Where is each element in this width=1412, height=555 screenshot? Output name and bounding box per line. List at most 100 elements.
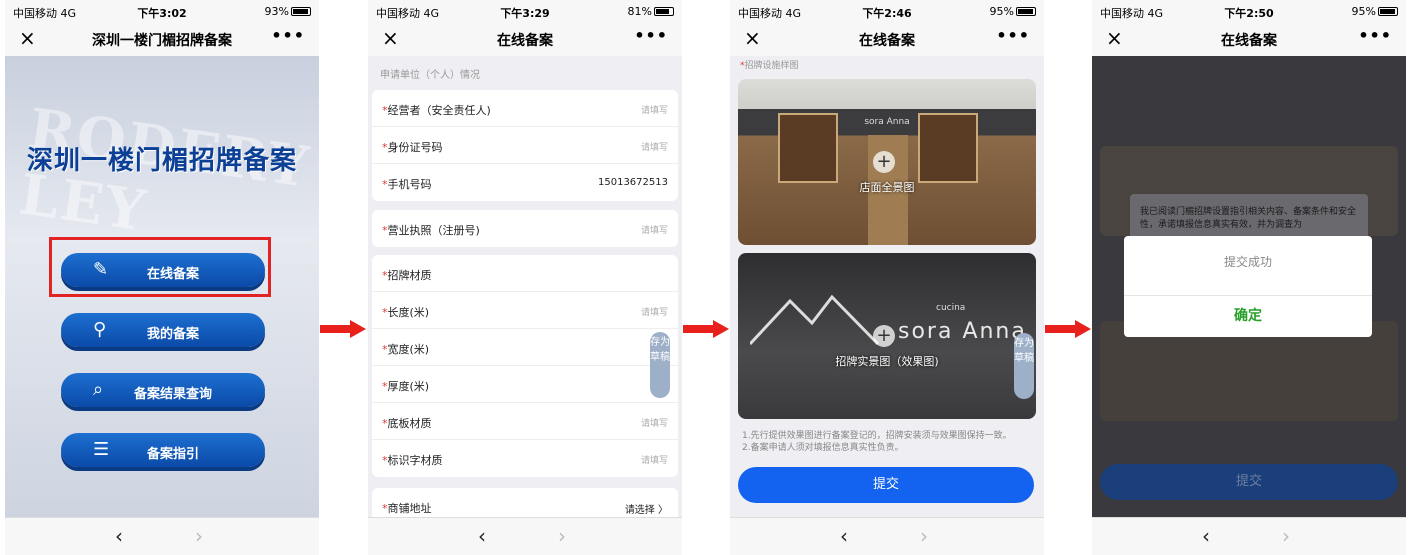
- battery-percent: 81%: [627, 5, 652, 18]
- battery-level: [1380, 9, 1396, 14]
- form-row-width[interactable]: *宽度(米): [372, 329, 678, 366]
- battery: 95%: [990, 5, 1036, 18]
- field-value[interactable]: 请填写: [641, 453, 668, 466]
- menu-result-query-button[interactable]: ⌕ 备案结果查询: [61, 373, 265, 407]
- field-label: 底板材质: [387, 417, 432, 430]
- nav-bar: × 在线备案 •••: [730, 22, 1044, 56]
- form-row-base-material[interactable]: *底板材质 请填写: [372, 403, 678, 440]
- battery-percent: 95%: [1351, 5, 1376, 18]
- browser-toolbar: ‹ ›: [5, 517, 319, 555]
- nav-bar: × 在线备案 •••: [368, 22, 682, 56]
- phone-screen-photos: 中国移动 4G 下午2:46 95% × 在线备案 ••• *招牌设施样图 so…: [730, 0, 1044, 555]
- form-row-id-number[interactable]: *身份证号码 请填写: [372, 127, 678, 164]
- more-icon[interactable]: •••: [271, 26, 305, 45]
- section-title: *招牌设施样图: [740, 61, 799, 71]
- form-row-phone[interactable]: *手机号码 15013672513: [372, 164, 678, 201]
- more-icon[interactable]: •••: [996, 26, 1030, 45]
- form-row-length[interactable]: *长度(米) 请填写: [372, 292, 678, 329]
- submit-button[interactable]: 提交: [738, 467, 1034, 503]
- battery-icon: [291, 7, 311, 16]
- form-row-material[interactable]: *招牌材质: [372, 255, 678, 292]
- browser-toolbar: ‹ ›: [368, 517, 682, 555]
- phone-screen-form: 中国移动 4G 下午3:29 81% × 在线备案 ••• 申请单位（个人）情况…: [368, 0, 682, 555]
- field-label: 营业执照（注册号): [387, 224, 480, 237]
- field-value[interactable]: 请填写: [641, 305, 668, 318]
- back-icon[interactable]: ‹: [1202, 524, 1210, 548]
- battery-icon: [1016, 7, 1036, 16]
- arrow-icon: [320, 320, 366, 338]
- status-bar: 中国移动 4G 下午3:29 81%: [368, 0, 682, 22]
- field-label: 长度(米): [387, 306, 430, 319]
- forward-icon[interactable]: ›: [195, 524, 203, 548]
- save-draft-button[interactable]: 存为草稿: [650, 332, 670, 398]
- add-photo-icon[interactable]: +: [873, 151, 895, 173]
- arrow-icon: [683, 320, 729, 338]
- field-value[interactable]: 请填写: [641, 103, 668, 116]
- forward-icon[interactable]: ›: [558, 524, 566, 548]
- battery-percent: 93%: [264, 5, 289, 18]
- form-row-operator[interactable]: *经营者（安全责任人) 请填写: [372, 90, 678, 127]
- nav-bar: × 在线备案 •••: [1092, 22, 1406, 56]
- filing-form: 申请单位（个人）情况 *经营者（安全责任人) 请填写 *身份证号码 请填写 *手机号…: [368, 56, 682, 525]
- forward-icon[interactable]: ›: [1282, 524, 1290, 548]
- mountain-logo: [750, 294, 880, 346]
- home-heading: 深圳一楼门楣招牌备案: [26, 146, 297, 176]
- menu-my-filings-button[interactable]: ⚲ 我的备案: [61, 313, 265, 347]
- photo-section: *招牌设施样图 sora Anna + 店面全景图 cucina sora An…: [730, 56, 1044, 517]
- field-label: 招牌材质: [387, 269, 432, 282]
- browser-toolbar: ‹ ›: [1092, 517, 1406, 555]
- license-group: *营业执照（注册号) 请填写: [372, 210, 678, 247]
- more-icon[interactable]: •••: [1358, 26, 1392, 45]
- address-select[interactable]: 请选择 〉: [625, 501, 668, 516]
- storefront-photo[interactable]: sora Anna + 店面全景图: [738, 79, 1036, 245]
- menu-label: 备案指引: [146, 447, 199, 462]
- field-value[interactable]: 请填写: [641, 416, 668, 429]
- add-photo-icon[interactable]: +: [873, 325, 895, 347]
- browser-toolbar: ‹ ›: [730, 517, 1044, 555]
- battery-level: [293, 9, 308, 14]
- nav-bar: × 深圳一楼门楣招牌备案 •••: [5, 22, 319, 56]
- field-value[interactable]: 请填写: [641, 140, 668, 153]
- save-draft-button[interactable]: 存为草稿: [1014, 333, 1034, 399]
- form-row-license[interactable]: *营业执照（注册号) 请填写: [372, 210, 678, 247]
- battery: 95%: [1352, 5, 1398, 18]
- store-sign-text: sora Anna: [864, 117, 910, 127]
- back-icon[interactable]: ‹: [840, 524, 848, 548]
- section-title-text: 招牌设施样图: [744, 61, 799, 71]
- confirm-button[interactable]: 确定: [1124, 296, 1372, 337]
- photo-label: 店面全景图: [859, 181, 915, 194]
- dimmed-submit: 提交: [1100, 464, 1398, 500]
- field-label: 经营者（安全责任人): [387, 104, 491, 117]
- success-dialog: 提交成功 确定: [1124, 236, 1372, 337]
- battery-level: [1018, 9, 1034, 14]
- status-bar: 中国移动 4G 下午3:02 93%: [5, 0, 319, 22]
- form-row-thickness[interactable]: *厚度(米): [372, 366, 678, 403]
- status-bar: 中国移动 4G 下午2:50 95%: [1092, 0, 1406, 22]
- sign-small-text: cucina: [936, 303, 966, 313]
- field-value[interactable]: 请填写: [641, 223, 668, 236]
- note-line: 2.备案申请人须对填报信息真实性负责。: [742, 443, 904, 453]
- phone-screen-home: 中国移动 4G 下午3:02 93% × 深圳一楼门楣招牌备案 ••• RODE…: [5, 0, 319, 555]
- battery-level: [656, 9, 669, 14]
- sign-group: *招牌材质 *长度(米) 请填写 *宽度(米) *厚度(米) *底板材质 请填写 *…: [372, 255, 678, 477]
- status-bar: 中国移动 4G 下午2:46 95%: [730, 0, 1044, 22]
- battery-icon: [1378, 7, 1398, 16]
- back-icon[interactable]: ‹: [115, 524, 123, 548]
- battery: 93%: [265, 5, 311, 18]
- forward-icon[interactable]: ›: [920, 524, 928, 548]
- signboard-photo[interactable]: cucina sora Anna + 招牌实景图（效果图): [738, 253, 1036, 419]
- menu-guide-button[interactable]: ☰ 备案指引: [61, 433, 265, 467]
- note-line: 1.先行提供效果图进行备案登记的，招牌安装须与效果图保持一致。: [742, 431, 1012, 441]
- applicant-group: *经营者（安全责任人) 请填写 *身份证号码 请填写 *手机号码 1501367251…: [372, 90, 678, 201]
- battery-icon: [654, 7, 674, 16]
- form-row-letter-material[interactable]: *标识字材质 请填写: [372, 440, 678, 477]
- back-icon[interactable]: ‹: [478, 524, 486, 548]
- battery-percent: 95%: [989, 5, 1014, 18]
- field-label: 厚度(米): [387, 380, 430, 393]
- more-icon[interactable]: •••: [634, 26, 668, 45]
- photo-label: 招牌实景图（效果图): [835, 355, 939, 368]
- phone-screen-success: 中国移动 4G 下午2:50 95% × 在线备案 ••• 提交 我已阅读门楣招…: [1092, 0, 1406, 555]
- field-label: 标识字材质: [387, 454, 443, 467]
- field-value[interactable]: 15013672513: [598, 177, 668, 188]
- battery: 81%: [628, 5, 674, 18]
